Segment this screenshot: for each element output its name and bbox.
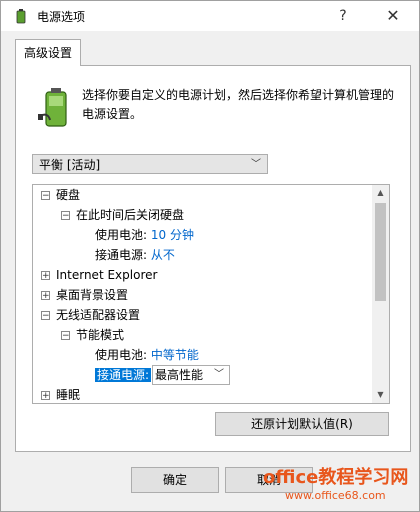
tree-item-label: 在此时间后关闭硬盘 [76, 208, 185, 222]
chevron-down-icon: ﹀ [214, 369, 225, 380]
expand-icon[interactable]: + [41, 391, 50, 401]
scroll-thumb[interactable] [375, 203, 386, 301]
restore-defaults-button[interactable]: 还原计划默认值(R) [215, 412, 389, 436]
watermark-title: office教程学习网 [263, 467, 409, 488]
expand-icon[interactable]: + [41, 271, 50, 281]
tree-item-ie[interactable]: + Internet Explorer [41, 265, 157, 285]
tree-item-wireless[interactable]: − 无线适配器设置 [41, 305, 140, 325]
help-button[interactable]: ? [329, 5, 357, 27]
ps-battery-value[interactable]: 中等节能 [151, 348, 199, 362]
battery-power-icon [13, 8, 29, 24]
expand-icon[interactable]: + [41, 291, 50, 301]
collapse-icon[interactable]: − [41, 191, 50, 201]
tree-item-label: Internet Explorer [56, 268, 158, 282]
plugged-label-selected: 接通电源: [95, 368, 152, 382]
settings-tree: − 硬盘 − 在此时间后关闭硬盘 使用电池: 10 分钟 接通电源: 从不 + Int… [32, 184, 390, 404]
tab-advanced-settings[interactable]: 高级设置 [15, 39, 81, 66]
tree-item-hdd-off[interactable]: − 在此时间后关闭硬盘 [61, 205, 184, 225]
battery-plug-icon [38, 86, 74, 130]
intro-text: 选择你要自定义的电源计划，然后选择你希望计算机管理的电源设置。 [82, 88, 395, 121]
ok-button[interactable]: 确定 [131, 467, 219, 493]
tree-scrollbar[interactable]: ▲ ▼ [372, 185, 389, 403]
ps-battery-setting: 使用电池: 中等节能 [95, 345, 199, 365]
collapse-icon[interactable]: − [61, 331, 70, 341]
window-title: 电源选项 [37, 10, 86, 24]
battery-label: 使用电池: [95, 228, 148, 242]
tree-item-hdd[interactable]: − 硬盘 [41, 185, 80, 205]
tree-item-desktop-bg[interactable]: + 桌面背景设置 [41, 285, 128, 305]
tree-item-label: 桌面背景设置 [56, 288, 129, 302]
tree-item-label: 睡眠 [56, 388, 81, 402]
tree-item-label: 节能模式 [76, 328, 125, 342]
tree-item-label: 无线适配器设置 [56, 308, 141, 322]
collapse-icon[interactable]: − [41, 311, 50, 321]
tree-item-power-save[interactable]: − 节能模式 [61, 325, 124, 345]
power-plan-value: 平衡 [活动] [39, 158, 101, 172]
hdd-battery-setting: 使用电池: 10 分钟 [95, 225, 194, 245]
battery-label: 使用电池: [95, 348, 148, 362]
advanced-settings-panel: 选择你要自定义的电源计划，然后选择你希望计算机管理的电源设置。 平衡 [活动] … [15, 65, 411, 452]
hdd-plugged-value[interactable]: 从不 [151, 248, 175, 262]
close-button[interactable]: ✕ [379, 5, 407, 27]
scroll-up-icon[interactable]: ▲ [372, 185, 389, 201]
scroll-down-icon[interactable]: ▼ [372, 387, 389, 403]
tree-item-label: 硬盘 [56, 188, 81, 202]
watermark-url: www.office68.com [285, 489, 386, 502]
ps-plugged-select[interactable]: 最高性能 ﹀ [152, 365, 231, 385]
collapse-icon[interactable]: − [61, 211, 70, 221]
plugged-label: 接通电源: [95, 248, 148, 262]
ps-plugged-setting: 接通电源: 最高性能 ﹀ [95, 365, 231, 385]
power-plan-select[interactable]: 平衡 [活动] ﹀ [32, 154, 268, 174]
title-bar: 电源选项 ? ✕ [1, 1, 419, 31]
hdd-battery-value[interactable]: 10 分钟 [151, 228, 194, 242]
chevron-down-icon: ﹀ [251, 159, 261, 170]
hdd-plugged-setting: 接通电源: 从不 [95, 245, 175, 265]
ps-plugged-value: 最高性能 [155, 368, 204, 382]
tree-item-sleep[interactable]: + 睡眠 [41, 385, 81, 403]
power-options-window: 电源选项 ? ✕ 高级设置 选择你要自定义的电源计划，然后选择你希望计算机管理的… [0, 0, 420, 512]
